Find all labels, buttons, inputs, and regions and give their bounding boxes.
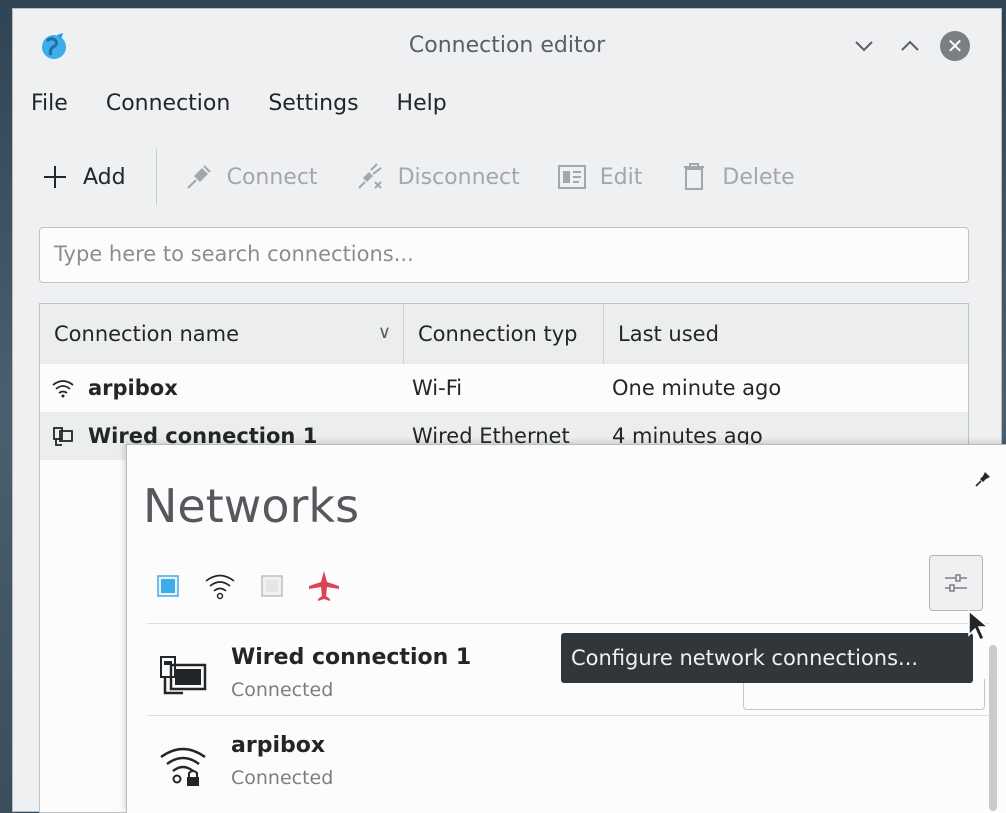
connection-type: Wi-Fi [412,376,463,400]
menu-help[interactable]: Help [397,91,447,127]
pin-icon[interactable] [975,471,991,492]
tooltip: Configure network connections... [561,633,973,683]
chevron-down-icon [855,41,873,52]
connect-label: Connect [226,164,318,190]
unplug-icon [354,162,386,192]
ethernet-icon [48,425,78,447]
menu-bar: File Connection Settings Help [31,91,485,127]
ethernet-toggle-icon[interactable] [157,575,179,597]
add-label: Add [83,164,126,190]
connection-last-used: One minute ago [612,376,782,400]
wifi-toggle-icon[interactable] [203,571,237,601]
add-button[interactable]: Add [39,164,126,190]
connection-name: arpibox [88,376,178,400]
menu-settings[interactable]: Settings [268,91,358,127]
networks-popup: Networks Wired connection 1 Connected ar… [126,444,1006,813]
mobile-toggle-icon[interactable] [261,575,283,597]
divider [147,623,989,624]
toolbar: Add Connect Disconnect Edit Delete [39,149,831,205]
column-header-name[interactable]: Connection name ∨ [40,304,404,364]
edit-label: Edit [599,164,643,190]
scrollbar[interactable] [989,645,997,811]
airplane-mode-icon[interactable] [307,569,341,603]
network-name: arpibox [231,733,326,758]
network-status: Connected [231,767,334,789]
sliders-icon [945,574,967,592]
chevron-up-icon [901,40,919,51]
menu-file[interactable]: File [31,91,68,127]
close-icon: ✕ [940,31,970,61]
menu-connection[interactable]: Connection [106,91,230,127]
column-header-last-used[interactable]: Last used [604,304,970,364]
network-item-wifi[interactable]: arpibox Connected [147,715,989,799]
search-input[interactable]: Type here to search connections... [39,227,969,283]
disconnect-button[interactable]: Disconnect [354,162,520,192]
wifi-icon [48,378,78,398]
wifi-lock-icon [160,747,206,786]
quick-toggles [157,569,365,603]
plus-icon [39,164,71,190]
column-header-type[interactable]: Connection typ [404,304,604,364]
chevron-down-icon: ∨ [377,322,391,343]
plug-icon [183,162,215,192]
close-button[interactable]: ✕ [940,31,970,61]
disconnect-network-button[interactable] [743,679,985,710]
trash-icon [678,162,710,192]
edit-form-icon [556,164,588,190]
minimize-button[interactable] [849,31,879,61]
network-status: Connected [231,679,334,701]
edit-button[interactable]: Edit [556,164,643,190]
maximize-button[interactable] [895,31,925,61]
wired-computer-icon [160,656,207,695]
disconnect-label: Disconnect [397,164,520,190]
title-bar[interactable]: Connection editor ✕ [13,9,1001,83]
network-name: Wired connection 1 [231,645,472,670]
delete-button[interactable]: Delete [678,162,795,192]
popup-title: Networks [143,479,360,533]
delete-label: Delete [722,164,795,190]
connect-button[interactable]: Connect [183,162,318,192]
table-header: Connection name ∨ Connection typ Last us… [40,304,968,365]
configure-network-button[interactable] [929,555,983,611]
toolbar-separator [155,149,157,205]
mouse-cursor-icon [968,609,991,642]
table-row[interactable]: arpibox Wi-Fi One minute ago [40,364,968,412]
